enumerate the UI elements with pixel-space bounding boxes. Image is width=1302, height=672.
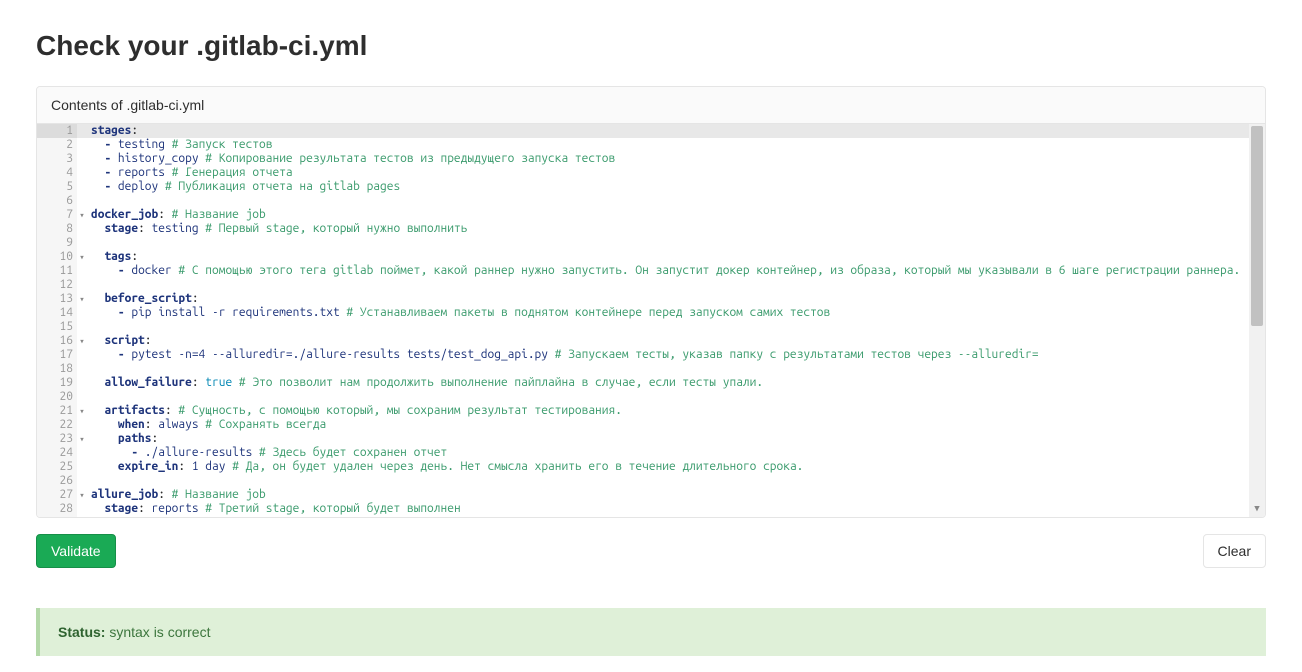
code-line[interactable]: docker_job: # Название job xyxy=(77,208,1249,222)
line-number: 28 xyxy=(37,502,77,516)
code-line[interactable]: - ./allure-results # Здесь будет сохране… xyxy=(77,446,1249,460)
code-area[interactable]: stages: - testing # Запуск тестов - hist… xyxy=(77,124,1249,517)
line-number: 19 xyxy=(37,376,77,390)
line-number: 17 xyxy=(37,348,77,362)
status-panel: Status: syntax is correct xyxy=(36,608,1266,656)
code-line[interactable]: script: xyxy=(77,334,1249,348)
line-number: 15 xyxy=(37,320,77,334)
status-message: syntax is correct xyxy=(109,624,210,640)
line-number: 23▾ xyxy=(37,432,77,446)
line-number: 11 xyxy=(37,264,77,278)
line-number: 27▾ xyxy=(37,488,77,502)
code-editor[interactable]: 1▾234567▾8910▾111213▾141516▾1718192021▾2… xyxy=(37,124,1265,517)
line-number: 7▾ xyxy=(37,208,77,222)
code-line[interactable]: allow_failure: true # Это позволит нам п… xyxy=(77,376,1249,390)
line-number: 20 xyxy=(37,390,77,404)
code-line[interactable]: - reports # Генерация отчета xyxy=(77,166,1249,180)
code-line[interactable]: stage: reports # Третий stage, который б… xyxy=(77,502,1249,516)
line-number-gutter: 1▾234567▾8910▾111213▾141516▾1718192021▾2… xyxy=(37,124,77,517)
validate-button[interactable]: Validate xyxy=(36,534,116,568)
code-line[interactable]: stages: xyxy=(77,124,1249,138)
vertical-scrollbar[interactable]: ▼ xyxy=(1249,124,1265,517)
line-number: 5 xyxy=(37,180,77,194)
status-label: Status: xyxy=(58,624,105,640)
code-line[interactable] xyxy=(77,390,1249,404)
code-line[interactable]: stage: testing # Первый stage, который н… xyxy=(77,222,1249,236)
line-number: 4 xyxy=(37,166,77,180)
code-line[interactable]: - deploy # Публикация отчета на gitlab p… xyxy=(77,180,1249,194)
code-line[interactable] xyxy=(77,278,1249,292)
line-number: 14 xyxy=(37,306,77,320)
line-number: 21▾ xyxy=(37,404,77,418)
line-number: 26 xyxy=(37,474,77,488)
code-line[interactable]: when: always # Сохранять всегда xyxy=(77,418,1249,432)
code-line[interactable]: paths: xyxy=(77,432,1249,446)
code-line[interactable]: before_script: xyxy=(77,292,1249,306)
editor-panel: Contents of .gitlab-ci.yml 1▾234567▾8910… xyxy=(36,86,1266,518)
editor-header-label: Contents of .gitlab-ci.yml xyxy=(37,87,1265,124)
line-number: 16▾ xyxy=(37,334,77,348)
code-line[interactable] xyxy=(77,236,1249,250)
code-line[interactable]: - pip install -r requirements.txt # Уста… xyxy=(77,306,1249,320)
line-number: 2 xyxy=(37,138,77,152)
scrollbar-down-icon[interactable]: ▼ xyxy=(1249,501,1265,515)
line-number: 1▾ xyxy=(37,124,77,138)
clear-button[interactable]: Clear xyxy=(1203,534,1266,568)
line-number: 24 xyxy=(37,446,77,460)
code-line[interactable]: allure_job: # Название job xyxy=(77,488,1249,502)
line-number: 6 xyxy=(37,194,77,208)
code-line[interactable] xyxy=(77,362,1249,376)
code-line[interactable] xyxy=(77,194,1249,208)
line-number: 13▾ xyxy=(37,292,77,306)
code-line[interactable]: - pytest -n=4 --alluredir=./allure-resul… xyxy=(77,348,1249,362)
code-line[interactable]: - history_copy # Копирование результата … xyxy=(77,152,1249,166)
code-line[interactable]: - testing # Запуск тестов xyxy=(77,138,1249,152)
scrollbar-thumb[interactable] xyxy=(1251,126,1263,326)
line-number: 25 xyxy=(37,460,77,474)
code-line[interactable] xyxy=(77,474,1249,488)
line-number: 3 xyxy=(37,152,77,166)
line-number: 12 xyxy=(37,278,77,292)
line-number: 8 xyxy=(37,222,77,236)
line-number: 10▾ xyxy=(37,250,77,264)
code-line[interactable]: tags: xyxy=(77,250,1249,264)
code-line[interactable]: artifacts: # Сущность, с помощью который… xyxy=(77,404,1249,418)
line-number: 9 xyxy=(37,236,77,250)
code-line[interactable]: expire_in: 1 day # Да, он будет удален ч… xyxy=(77,460,1249,474)
page-title: Check your .gitlab-ci.yml xyxy=(36,30,1266,62)
code-line[interactable]: - docker # С помощью этого тега gitlab п… xyxy=(77,264,1249,278)
action-bar: Validate Clear xyxy=(36,534,1266,568)
line-number: 18 xyxy=(37,362,77,376)
code-line[interactable] xyxy=(77,320,1249,334)
line-number: 22 xyxy=(37,418,77,432)
